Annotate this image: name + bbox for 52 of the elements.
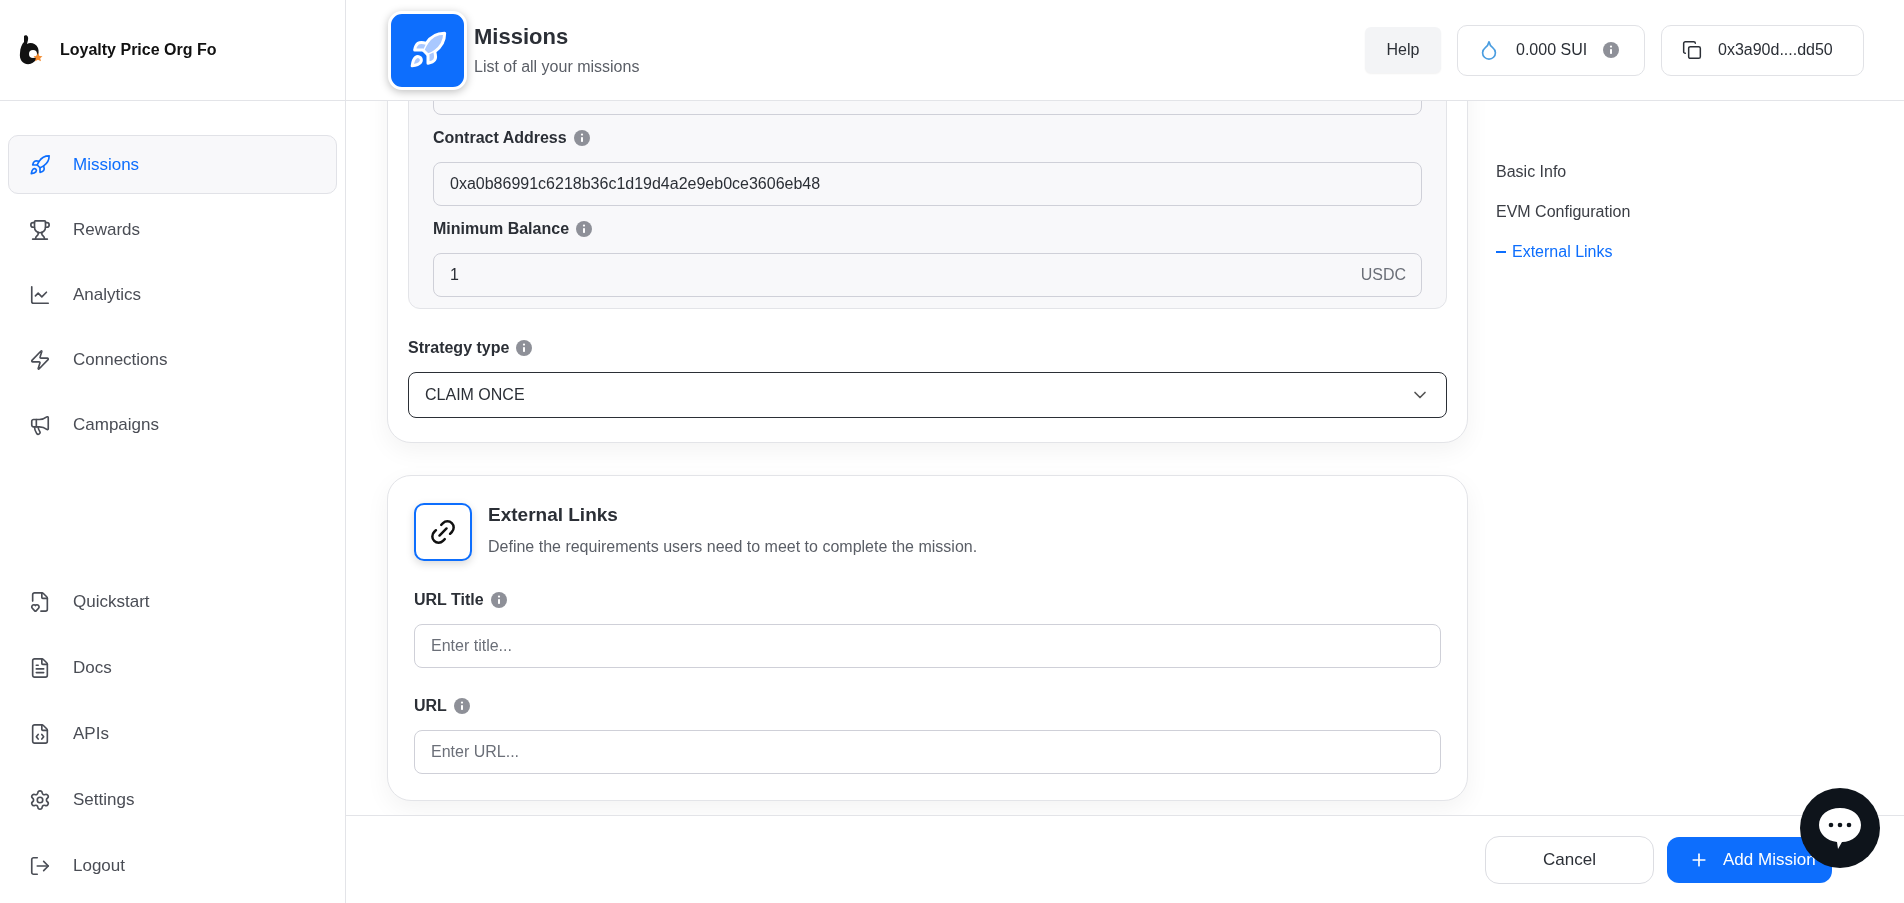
page-subtitle: List of all your missions [474,58,640,76]
section-link[interactable]: Basic Info [1496,162,1631,182]
field-label: Strategy type [408,339,510,357]
sidebar-item[interactable]: Analytics [8,265,337,324]
megaphone-icon [29,413,51,436]
logout-icon [29,854,51,877]
section-link[interactable]: External Links [1496,242,1631,262]
unit-label: USDC [1360,266,1406,284]
sidebar-item[interactable]: Settings [8,770,337,829]
add-mission-button[interactable]: Add Mission [1667,836,1832,883]
chat-bubble-icon [1817,806,1863,850]
sidebar-item[interactable]: Docs [8,638,337,697]
wallet-address-button[interactable]: 0x3a90d....dd50 [1661,24,1864,76]
page-title: Missions [474,24,570,50]
info-icon [1603,42,1620,58]
cancel-button[interactable]: Cancel [1485,835,1654,884]
info-icon [516,340,533,356]
sidebar-item[interactable]: Missions [8,135,337,194]
code-icon [29,722,51,745]
field-label: URL [414,697,447,715]
settings-icon [29,788,51,811]
link-icon [414,503,472,561]
sidebar-item[interactable]: Quickstart [8,572,337,631]
sidebar-item[interactable]: Connections [8,330,337,389]
sidebar-item[interactable]: Campaigns [8,395,337,454]
input-field[interactable]: Enter title... [414,624,1441,668]
input-field[interactable]: 0xa0b86991c6218b36c1d19d4a2e9eb0ce3606eb48 [433,162,1422,206]
balance-button[interactable]: 0.000 SUI [1457,24,1645,76]
info-icon [453,698,470,714]
document-heart-icon [29,590,51,613]
info-icon [490,592,507,608]
sidebar-item[interactable]: Logout [8,836,337,895]
field-label: Contract Address [433,129,567,147]
trophy-icon [29,218,51,241]
section-title: External Links [488,504,619,526]
organization-name: Loyalty Price Org Fo [60,41,217,59]
sidebar-item[interactable]: Rewards [8,200,337,259]
info-icon [576,221,593,237]
copy-icon [1682,40,1702,60]
field-label: Minimum Balance [433,220,570,238]
strategy-select[interactable]: CLAIM ONCE [408,372,1447,418]
line-chart-icon [29,283,51,306]
section-link[interactable]: EVM Configuration [1496,202,1631,222]
rocket-icon [29,153,51,176]
field-label: URL Title [414,591,484,609]
input-field[interactable]: Enter URL... [414,730,1441,774]
sidebar-item[interactable]: APIs [8,704,337,763]
info-icon [573,130,590,146]
lightning-icon [29,348,51,371]
document-icon [29,656,51,679]
help-button[interactable]: Help [1365,27,1441,73]
section-description: Define the requirements users need to meet to complete the mission. [488,538,978,556]
